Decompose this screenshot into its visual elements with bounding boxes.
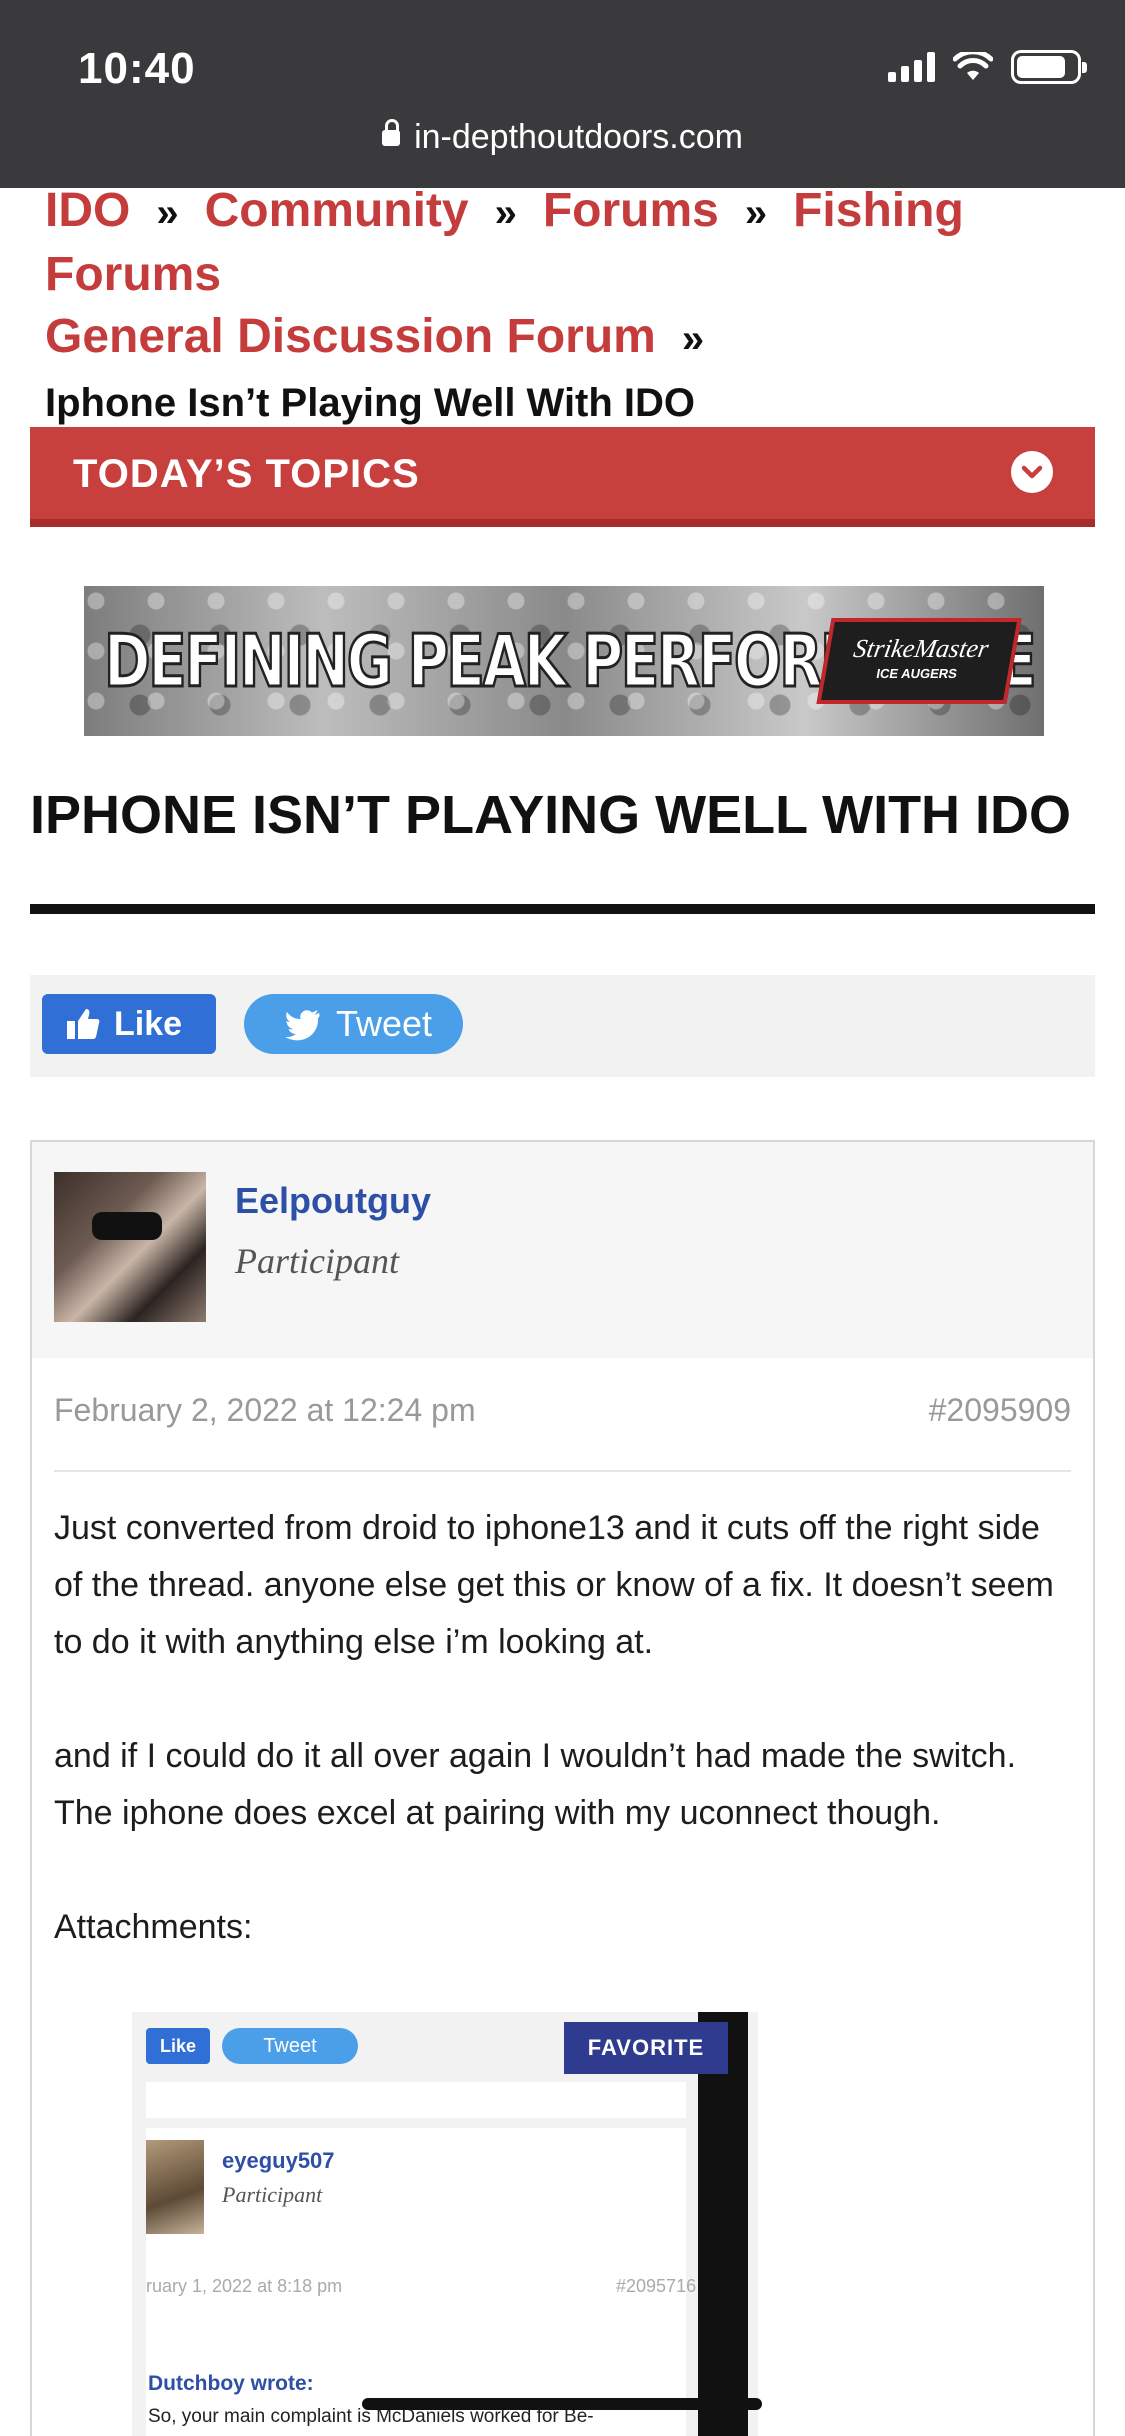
- attachment-author-role: Participant: [222, 2182, 323, 2207]
- breadcrumb: IDO» Community» Forums» Fishing Forums Gener…: [45, 180, 1085, 434]
- attachment-like-button: Like: [146, 2028, 210, 2064]
- attachment-image[interactable]: Like Tweet FAVORITE eyeguy507 Participan…: [132, 2012, 758, 2436]
- home-indicator[interactable]: [362, 2398, 762, 2410]
- post-body: Just converted from droid to iphone13 an…: [54, 1500, 1064, 1956]
- breadcrumb-community[interactable]: Community: [205, 184, 469, 237]
- breadcrumb-separator: »: [156, 191, 179, 235]
- post-date: February 2, 2022 at 12:24 pm: [54, 1392, 476, 1428]
- breadcrumb-general-discussion[interactable]: General Discussion Forum: [45, 310, 656, 363]
- tweet-label: Tweet: [336, 1003, 433, 1044]
- avatar[interactable]: [54, 1172, 206, 1322]
- attachment-author: eyeguy507: [222, 2148, 335, 2173]
- status-time: 10:40: [78, 44, 196, 93]
- post-divider: [54, 1470, 1071, 1472]
- post-author[interactable]: Eelpoutguy: [235, 1180, 431, 1222]
- thread-title: IPHONE ISN’T PLAYING WELL WITH IDO: [30, 785, 1072, 845]
- like-label: Like: [114, 1004, 183, 1043]
- breadcrumb-current: Iphone Isn’t Playing Well With IDO: [45, 381, 696, 425]
- tweet-button[interactable]: Tweet: [244, 994, 463, 1054]
- breadcrumb-separator: »: [681, 317, 705, 361]
- post-paragraph: and if I could do it all over again I wo…: [54, 1737, 1017, 1832]
- banner-brand: StrikeMaster: [851, 634, 991, 663]
- attachment-favorite-button: FAVORITE: [564, 2022, 728, 2074]
- attachments-label: Attachments:: [54, 1908, 253, 1946]
- post-paragraph: Just converted from droid to iphone13 an…: [54, 1509, 1054, 1661]
- lock-icon: [382, 119, 401, 146]
- breadcrumb-separator: »: [744, 191, 768, 235]
- social-bar: Like Tweet: [30, 975, 1095, 1077]
- twitter-bird-icon: [285, 1010, 320, 1041]
- todays-topics-toggle[interactable]: TODAY’S TOPICS: [30, 427, 1095, 527]
- forum-post: Eelpoutguy Participant February 2, 2022 …: [30, 1140, 1095, 2436]
- attachment-avatar: [146, 2140, 204, 2234]
- post-permalink[interactable]: #2095909: [929, 1392, 1071, 1429]
- status-icons: [888, 50, 1087, 84]
- post-author-role: Participant: [235, 1241, 399, 1281]
- breadcrumb-forums[interactable]: Forums: [543, 184, 719, 237]
- address-bar[interactable]: in-depthoutdoors.com: [0, 118, 1125, 157]
- facebook-like-button[interactable]: Like: [42, 994, 216, 1054]
- thumbs-up-icon: [67, 1009, 100, 1039]
- chevron-down-icon[interactable]: [1011, 451, 1053, 493]
- todays-topics-label: TODAY’S TOPICS: [73, 452, 420, 496]
- breadcrumb-separator: »: [494, 191, 517, 235]
- battery-icon: [1011, 50, 1087, 84]
- url-text: in-depthoutdoors.com: [414, 118, 743, 156]
- wifi-icon: [953, 52, 993, 80]
- attachment-tweet-button: Tweet: [222, 2028, 358, 2064]
- strikemaster-logo: StrikeMaster ICE AUGERS: [816, 618, 1022, 704]
- banner-brand-sub: ICE AUGERS: [875, 666, 959, 681]
- browser-top-bar: 10:40 in-depthoutdoors.com: [0, 0, 1125, 188]
- breadcrumb-ido[interactable]: IDO: [45, 184, 130, 237]
- title-divider: [30, 904, 1095, 914]
- banner-ad[interactable]: DEFINING PEAK PERFORMANCE StrikeMaster I…: [84, 586, 1044, 736]
- signal-icon: [888, 52, 935, 82]
- attachment-quote-author: Dutchboy wrote:: [148, 2372, 314, 2395]
- post-header: Eelpoutguy Participant: [32, 1142, 1093, 1358]
- attachment-post-id: #2095716: [616, 2276, 697, 2296]
- attachment-date: ruary 1, 2022 at 8:18 pm: [146, 2276, 343, 2296]
